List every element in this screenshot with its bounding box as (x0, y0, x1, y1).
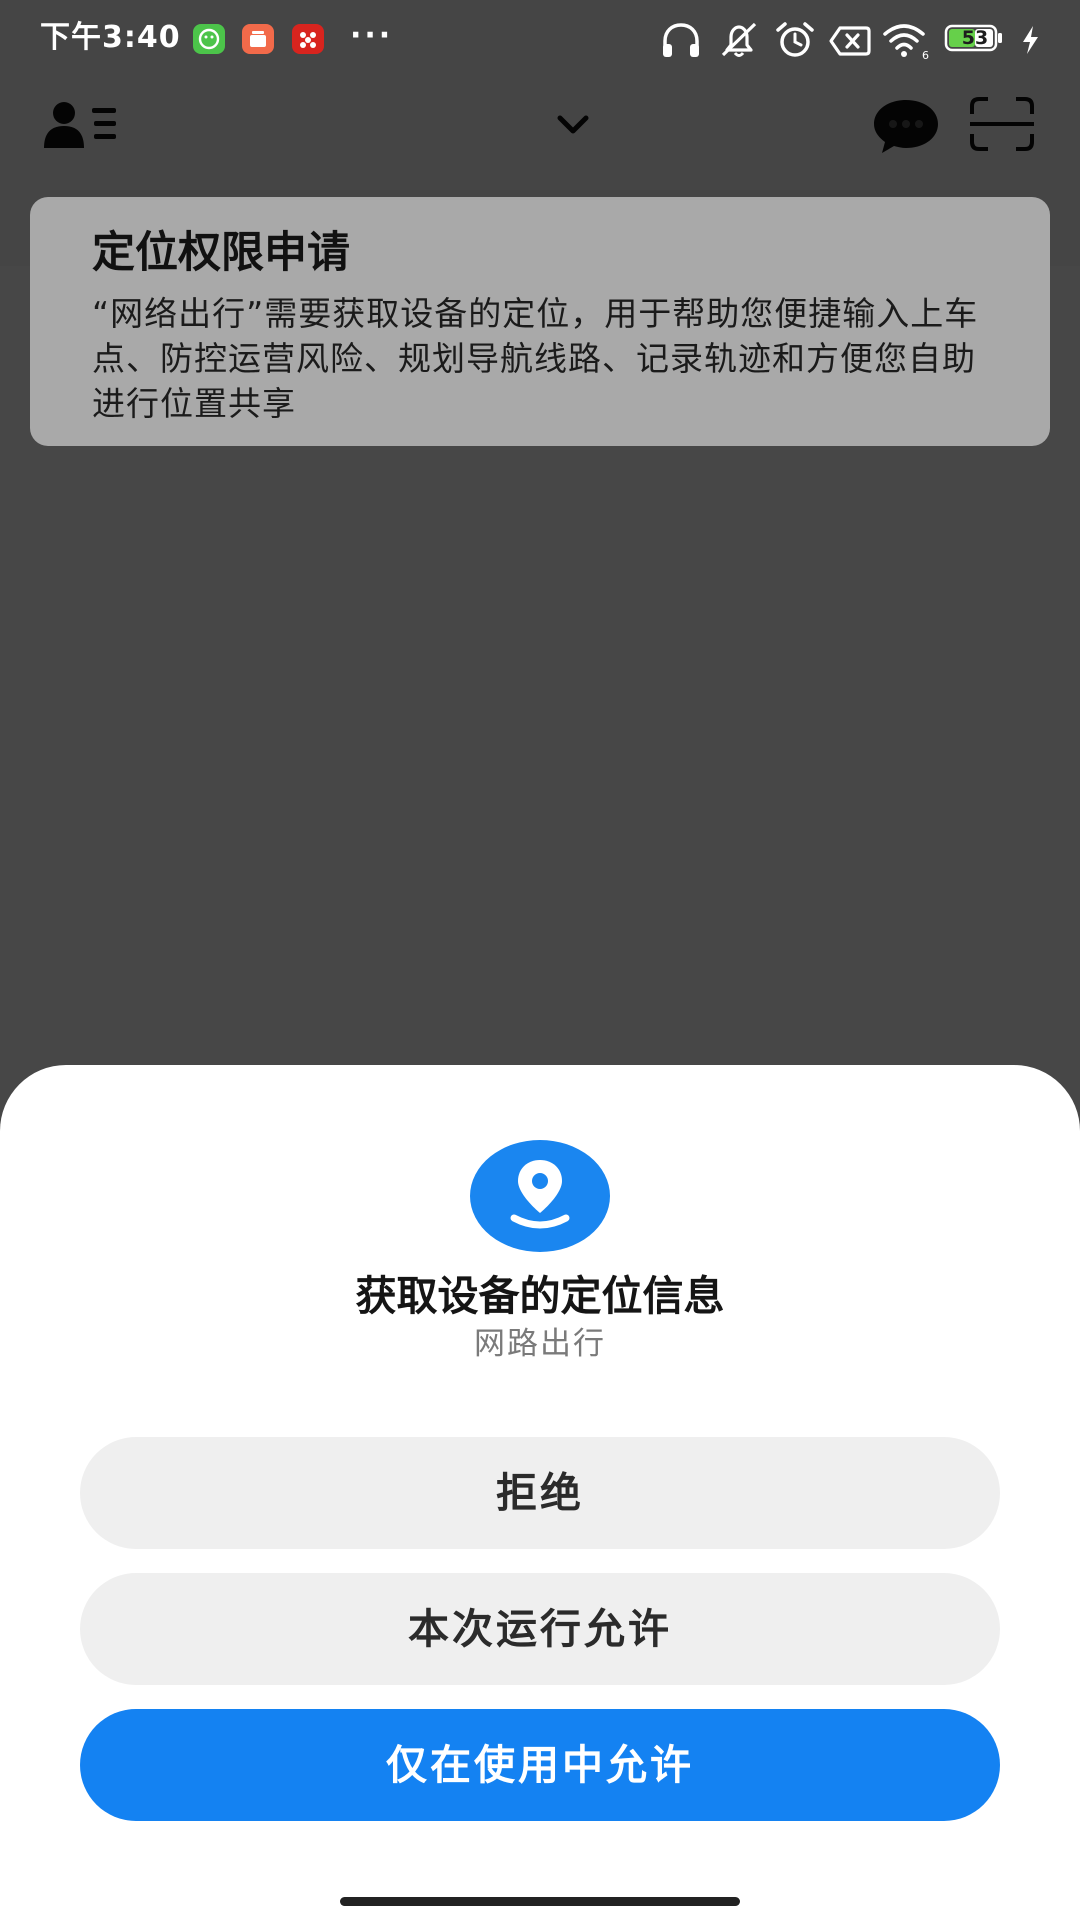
notice-title: 定位权限申请 (92, 228, 350, 278)
home-indicator[interactable] (340, 1897, 740, 1906)
wifi-icon: 6 (883, 24, 929, 60)
alarm-icon (776, 22, 814, 57)
app-name: 网路出行 (474, 1326, 606, 1362)
status-bar: 下午3:40 ··· 6 53 (0, 0, 1080, 76)
svg-text:6: 6 (922, 49, 929, 60)
ringer-off-icon (721, 22, 757, 57)
headphones-icon (663, 23, 699, 57)
allow-while-using-button[interactable]: 仅在使用中允许 (80, 1709, 1000, 1821)
status-time: 下午3:40 (40, 20, 181, 55)
sim-off-icon (829, 26, 871, 56)
location-badge (470, 1140, 610, 1252)
red-app-icon (292, 24, 324, 54)
status-overflow: ··· (350, 18, 394, 53)
notice-body: “网络出行”需要获取设备的定位，用于帮助您便捷输入上车点、防控运营风险、规划导航… (92, 294, 979, 423)
location-pin-icon (510, 1160, 570, 1229)
wechat-mini-icon (193, 24, 225, 54)
battery-level: 53 (961, 27, 989, 49)
sheet-title: 获取设备的定位信息 (355, 1272, 725, 1320)
charging-icon (1023, 26, 1038, 54)
permission-notice-card: 定位权限申请 “网络出行”需要获取设备的定位，用于帮助您便捷输入上车点、防控运营… (30, 197, 1050, 446)
gift-app-icon (242, 24, 274, 54)
deny-button[interactable]: 拒绝 (80, 1437, 1000, 1549)
allow-once-button[interactable]: 本次运行允许 (80, 1573, 1000, 1685)
